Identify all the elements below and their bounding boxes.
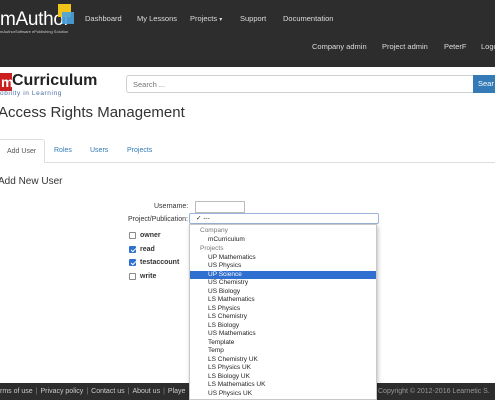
search-input[interactable] (126, 75, 474, 93)
dropdown-option[interactable]: LS Physics UK (190, 364, 376, 373)
section-title: Add New User (0, 176, 63, 187)
footer-contact-link[interactable]: Contact us (91, 388, 124, 395)
owner-checkbox[interactable] (129, 232, 136, 239)
nav-projects-label: Projects (190, 14, 218, 23)
dropdown-group-projects: Projects (200, 244, 224, 252)
tab-bar: Add User Roles Users Projects (0, 139, 495, 163)
dropdown-option[interactable]: Temp (190, 347, 376, 356)
footer-separator: | (86, 388, 89, 395)
check-icon: ✓ (196, 215, 202, 222)
dropdown-option[interactable]: US Chemistry (190, 279, 376, 288)
dropdown-option[interactable]: LS Biology (190, 322, 376, 331)
testaccount-label: testaccount (140, 259, 180, 266)
footer-links: rms of use | Privacy policy | Contact us | Abo… (0, 388, 185, 395)
mauthor-logo[interactable]: mAuthor mAuthorSoftware ePublishing Solu… (0, 4, 78, 34)
dropdown-option[interactable]: LS Mathematics (190, 296, 376, 305)
nav-logout[interactable]: Logo (481, 42, 495, 51)
write-label: write (140, 273, 157, 280)
dropdown-group-company: Company (200, 227, 228, 234)
dropdown-option[interactable]: US Biology (190, 288, 376, 297)
footer-terms-link[interactable]: rms of use (0, 388, 33, 395)
tab-roles[interactable]: Roles (54, 139, 72, 163)
brand-m-mark: m (0, 73, 14, 91)
project-dropdown-list: Company mCurriculum Projects UP Mathemat… (189, 224, 377, 400)
dropdown-option[interactable]: US Physics UK (190, 390, 376, 399)
read-label: read (140, 246, 155, 253)
dropdown-option[interactable]: UP Mathematics (190, 254, 376, 263)
tab-users[interactable]: Users (90, 139, 108, 163)
username-label: Username: (154, 203, 189, 210)
dropdown-option[interactable]: US Physics (190, 262, 376, 271)
top-navbar: mAuthor mAuthorSoftware ePublishing Solu… (0, 0, 495, 67)
project-select-value: --- (203, 215, 210, 222)
nav-company-admin[interactable]: Company admin (312, 42, 367, 51)
dropdown-option[interactable]: LS Chemistry (190, 313, 376, 322)
dropdown-option[interactable]: LS Chemistry UK (190, 356, 376, 365)
dropdown-option[interactable]: Template (190, 339, 376, 348)
brand-name: Curriculum (12, 72, 98, 89)
username-field[interactable] (195, 201, 245, 213)
nav-my-lessons[interactable]: My Lessons (137, 14, 177, 23)
nav-projects[interactable]: Projects ▾ (190, 14, 222, 23)
project-select[interactable]: ✓ --- (189, 213, 379, 224)
dropdown-option[interactable]: UP Science (190, 270, 376, 279)
footer-privacy-link[interactable]: Privacy policy (41, 388, 84, 395)
page-title: Access Rights Management (0, 104, 185, 121)
tab-projects[interactable]: Projects (127, 139, 152, 163)
footer-separator: | (163, 388, 165, 395)
testaccount-checkbox[interactable] (129, 259, 136, 266)
dropdown-option[interactable]: LS Mathematics UK (190, 381, 376, 390)
nav-user-menu[interactable]: PeterF (444, 42, 467, 51)
logo-blue-square (62, 12, 74, 24)
write-checkbox[interactable] (129, 273, 136, 280)
footer-about-link[interactable]: About us (132, 388, 160, 395)
brand-tagline: obility in Learning (0, 90, 62, 97)
project-label: Project/Publication: (128, 216, 188, 223)
dropdown-option[interactable]: LS Biology UK (190, 373, 376, 382)
nav-project-admin[interactable]: Project admin (382, 42, 428, 51)
footer-player-link[interactable]: Playe (168, 388, 186, 395)
footer-separator: | (35, 388, 38, 395)
nav-support[interactable]: Support (240, 14, 266, 23)
nav-documentation[interactable]: Documentation (283, 14, 333, 23)
caret-down-icon: ▾ (219, 17, 223, 23)
dropdown-option[interactable]: LS Physics (190, 305, 376, 314)
read-checkbox[interactable] (129, 246, 136, 253)
nav-dashboard[interactable]: Dashboard (85, 14, 122, 23)
tab-add-user[interactable]: Add User (0, 139, 45, 163)
search-button[interactable]: Sear (473, 75, 495, 93)
footer-copyright: Copyright © 2012-2016 Learnetic S. (378, 388, 490, 395)
owner-label: owner (140, 232, 161, 239)
logo-subtitle: mAuthorSoftware ePublishing Solution (0, 29, 69, 34)
dropdown-option[interactable]: US Mathematics (190, 330, 376, 339)
dropdown-option[interactable]: mCurriculum (190, 236, 376, 245)
